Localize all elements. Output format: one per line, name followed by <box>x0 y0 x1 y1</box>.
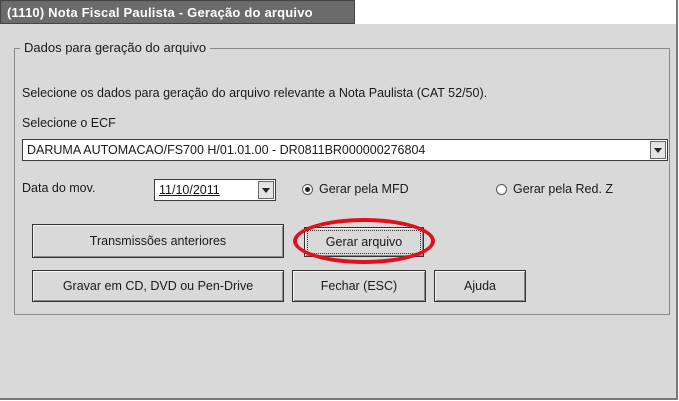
groupbox-legend: Dados para geração do arquivo <box>20 40 211 56</box>
radio-gerar-mfd-label: Gerar pela MFD <box>319 182 409 196</box>
date-picker[interactable]: 11/10/2011 <box>154 179 276 201</box>
nota-fiscal-window: (1110) Nota Fiscal Paulista - Geração do… <box>0 0 678 400</box>
titlebar-background <box>355 0 676 24</box>
ecf-select-value: DARUMA AUTOMACAO/FS700 H/01.01.00 - DR08… <box>27 143 426 157</box>
ecf-label: Selecione o ECF <box>22 116 116 130</box>
ecf-dropdown-button[interactable] <box>650 141 666 159</box>
radio-gerar-redz[interactable]: Gerar pela Red. Z <box>496 182 613 196</box>
window-title: (1110) Nota Fiscal Paulista - Geração do… <box>0 0 355 24</box>
radio-gerar-mfd[interactable]: Gerar pela MFD <box>302 182 409 196</box>
radio-gerar-redz-label: Gerar pela Red. Z <box>513 182 614 196</box>
radio-selected-dot <box>305 186 310 192</box>
help-button[interactable]: Ajuda <box>434 270 526 302</box>
close-button[interactable]: Fechar (ESC) <box>292 270 426 302</box>
previous-transmissions-button[interactable]: Transmissões anteriores <box>32 224 284 258</box>
date-dropdown-button[interactable] <box>258 181 274 199</box>
generate-file-button[interactable]: Gerar arquivo <box>304 227 424 257</box>
instruction-text: Selecione os dados para geração do arqui… <box>22 86 488 100</box>
record-media-button[interactable]: Gravar em CD, DVD ou Pen-Drive <box>32 270 284 302</box>
ecf-select[interactable]: DARUMA AUTOMACAO/FS700 H/01.01.00 - DR08… <box>22 139 668 161</box>
date-value: 11/10/2011 <box>159 183 220 197</box>
radio-button-icon <box>496 183 507 195</box>
radio-button-icon <box>302 183 313 195</box>
chevron-down-icon <box>262 187 270 193</box>
date-label: Data do mov. <box>22 181 96 195</box>
chevron-down-icon <box>654 147 662 153</box>
